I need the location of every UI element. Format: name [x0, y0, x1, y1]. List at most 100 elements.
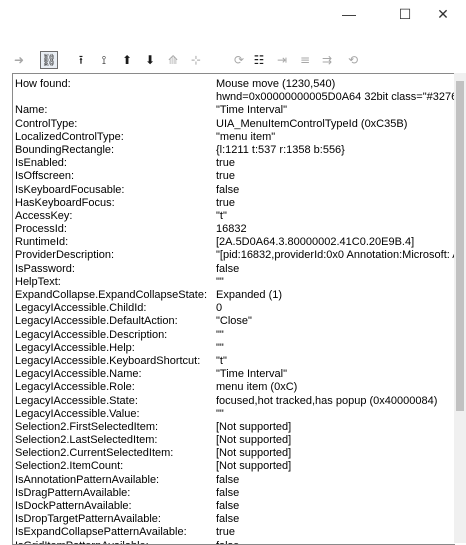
property-value: "" — [216, 341, 224, 354]
property-row[interactable]: IsGridItemPatternAvailable:false — [15, 540, 455, 544]
property-row[interactable]: LegacyIAccessible.ChildId: 0 — [15, 302, 455, 315]
property-row[interactable]: Selection2.CurrentSelectedItem: [Not supp… — [15, 447, 455, 460]
property-row[interactable]: Selection2.LastSelectedItem: [Not support… — [15, 434, 455, 447]
property-value: UIA_MenuItemControlTypeId (0xC35B) — [216, 117, 408, 130]
toolbar-button-tree-view[interactable]: ⛓ — [40, 51, 58, 69]
property-row[interactable]: IsDropTargetPatternAvailable: false — [15, 513, 455, 526]
property-value: "Time Interval" — [216, 104, 287, 117]
property-row[interactable]: HasKeyboardFocus: true — [15, 197, 455, 210]
toolbar-button-navigate-next-sibling[interactable]: ⬇ — [141, 51, 159, 69]
toolbar-button-collapse[interactable]: ⇥ — [273, 51, 291, 69]
property-row[interactable]: LegacyIAccessible.DefaultAction: "Close" — [15, 315, 455, 328]
property-row[interactable]: How found: Mouse move (1230,540) — [15, 78, 455, 91]
reload-icon: ⟲ — [347, 53, 359, 67]
property-row[interactable]: IsPassword: false — [15, 263, 455, 276]
property-name: IsPassword: — [15, 262, 75, 275]
close-icon: ✕ — [437, 5, 449, 22]
property-row[interactable]: IsDockPatternAvailable: false — [15, 500, 455, 513]
property-value: menu item (0xC) — [216, 381, 298, 394]
toolbar-button-navigate-parent[interactable]: ⭱ — [72, 51, 90, 69]
property-value: [Not supported] — [216, 460, 292, 473]
property-row[interactable]: ProviderDescription: "[pid:16832,provider… — [15, 249, 455, 262]
maximize-icon: ☐ — [398, 5, 412, 22]
property-name: LegacyIAccessible.ChildId: — [15, 302, 147, 315]
property-name: ExpandCollapse.ExpandCollapseState: — [15, 289, 208, 301]
property-row[interactable]: ControlType: UIA_MenuItemControlTypeId (0… — [15, 118, 455, 131]
toolbar-button-navigate-prev-sibling[interactable]: ⬆ — [118, 51, 136, 69]
property-name: Selection2.ItemCount: — [15, 460, 124, 473]
property-row[interactable]: LegacyIAccessible.KeyboardShortcut: "t" — [15, 355, 455, 368]
property-row[interactable]: RuntimeId: [2A.5D0A64.3.80000002.41C0.20E… — [15, 236, 455, 249]
property-name: LegacyIAccessible.Value: — [15, 407, 140, 420]
property-row[interactable]: Name: "Time Interval" — [15, 104, 455, 117]
property-row[interactable]: AccessKey: "t" — [15, 210, 455, 223]
property-row[interactable]: LegacyIAccessible.Value: "" — [15, 408, 455, 421]
property-name: Selection2.FirstSelectedItem: — [15, 420, 159, 433]
toolbar-button-refresh[interactable]: ⟳ — [230, 51, 248, 69]
toolbar-button-highlight[interactable]: ⊹ — [187, 51, 205, 69]
toolbar-button-navigate-last-child[interactable]: ⟰ — [164, 51, 182, 69]
property-row[interactable]: hwnd=0x00000000005D0A64 32bit class="#32… — [15, 91, 455, 104]
property-row[interactable]: IsDragPatternAvailable: false — [15, 487, 455, 500]
property-value: [2A.5D0A64.3.80000002.41C0.20E9B.4] — [216, 236, 415, 249]
property-name: IsKeyboardFocusable: — [15, 183, 125, 196]
property-name: LegacyIAccessible.Name: — [15, 368, 142, 381]
property-row[interactable]: HelpText: "" — [15, 276, 455, 289]
property-row[interactable]: LocalizedControlType: "menu item" — [15, 131, 455, 144]
property-value: "t" — [216, 209, 227, 222]
property-row[interactable]: IsKeyboardFocusable: false — [15, 184, 455, 197]
property-value: Mouse move (1230,540) — [216, 78, 336, 90]
property-value: hwnd=0x00000000005D0A64 32bit class="#32… — [216, 91, 455, 104]
scrollbar-thumb[interactable] — [456, 81, 464, 411]
navigate-first-child-icon: ⟟ — [101, 53, 107, 67]
property-row[interactable]: IsAnnotationPatternAvailable: false — [15, 474, 455, 487]
property-row[interactable]: LegacyIAccessible.Role: menu item (0xC) — [15, 381, 455, 394]
property-name: LegacyIAccessible.Description: — [15, 328, 168, 341]
property-value: 16832 — [216, 223, 247, 236]
toolbar-button-list-arrow[interactable]: ⇉ — [318, 51, 336, 69]
property-value: [Not supported] — [216, 420, 292, 433]
property-value: "" — [216, 328, 224, 341]
navigate-last-child-icon: ⟰ — [167, 53, 179, 67]
property-row[interactable]: LegacyIAccessible.Help: "" — [15, 342, 455, 355]
property-row[interactable]: LegacyIAccessible.Description: "" — [15, 329, 455, 342]
property-row[interactable]: LegacyIAccessible.Name: "Time Interval" — [15, 368, 455, 381]
toolbar-button-expand[interactable]: ☷ — [250, 51, 268, 69]
property-value: "Time Interval" — [216, 368, 287, 381]
property-row[interactable]: BoundingRectangle: {l:1211 t:537 r:1358 b… — [15, 144, 455, 157]
property-value: [Not supported] — [216, 434, 292, 447]
left-edge — [0, 73, 12, 543]
property-value: "t" — [216, 354, 227, 367]
property-row[interactable]: ProcessId: 16832 — [15, 223, 455, 236]
property-row[interactable]: Selection2.ItemCount: [Not supported] — [15, 460, 455, 473]
properties-panel[interactable]: How found: Mouse move (1230,540) hwnd=0x00… — [12, 73, 455, 545]
property-name: IsDropTargetPatternAvailable: — [15, 513, 161, 526]
property-row[interactable]: IsEnabled: true — [15, 157, 455, 170]
close-button[interactable]: ✕ — [420, 0, 466, 28]
toolbar-button-reload[interactable]: ⟲ — [344, 51, 362, 69]
property-name: IsGridItemPatternAvailable: — [15, 540, 215, 544]
toolbar-button-navigate-first-child[interactable]: ⟟ — [95, 51, 113, 69]
property-name: IsOffscreen: — [15, 170, 75, 183]
property-row[interactable]: Selection2.FirstSelectedItem: [Not suppor… — [15, 421, 455, 434]
property-name: HelpText: — [15, 275, 61, 288]
toolbar-button-list[interactable]: ≡ — [296, 51, 314, 69]
property-name: ProcessId: — [15, 223, 67, 236]
list-arrow-icon: ⇉ — [321, 53, 333, 67]
property-name: BoundingRectangle: — [15, 143, 115, 156]
navigate-parent-icon: ⭱ — [78, 53, 84, 67]
property-row[interactable]: IsOffscreen: true — [15, 170, 455, 183]
property-row[interactable]: IsExpandCollapsePatternAvailable: true — [15, 526, 455, 539]
toolbar-button-arrow-right[interactable]: ➜ — [10, 51, 28, 69]
property-row[interactable]: LegacyIAccessible.State: focused,hot trac… — [15, 395, 455, 408]
property-value: false — [216, 540, 455, 544]
property-value: {l:1211 t:537 r:1358 b:556} — [216, 143, 345, 156]
collapse-icon: ⇥ — [276, 53, 288, 67]
property-row[interactable]: ExpandCollapse.ExpandCollapseState: Expan… — [15, 289, 455, 302]
vertical-scrollbar[interactable] — [454, 73, 466, 543]
property-name: AccessKey: — [15, 209, 73, 222]
property-value: focused,hot tracked,has popup (0x4000008… — [216, 394, 438, 407]
navigate-prev-sibling-icon: ⬆ — [121, 53, 133, 67]
property-value: "menu item" — [216, 130, 276, 143]
minimize-button[interactable]: — — [326, 0, 372, 28]
